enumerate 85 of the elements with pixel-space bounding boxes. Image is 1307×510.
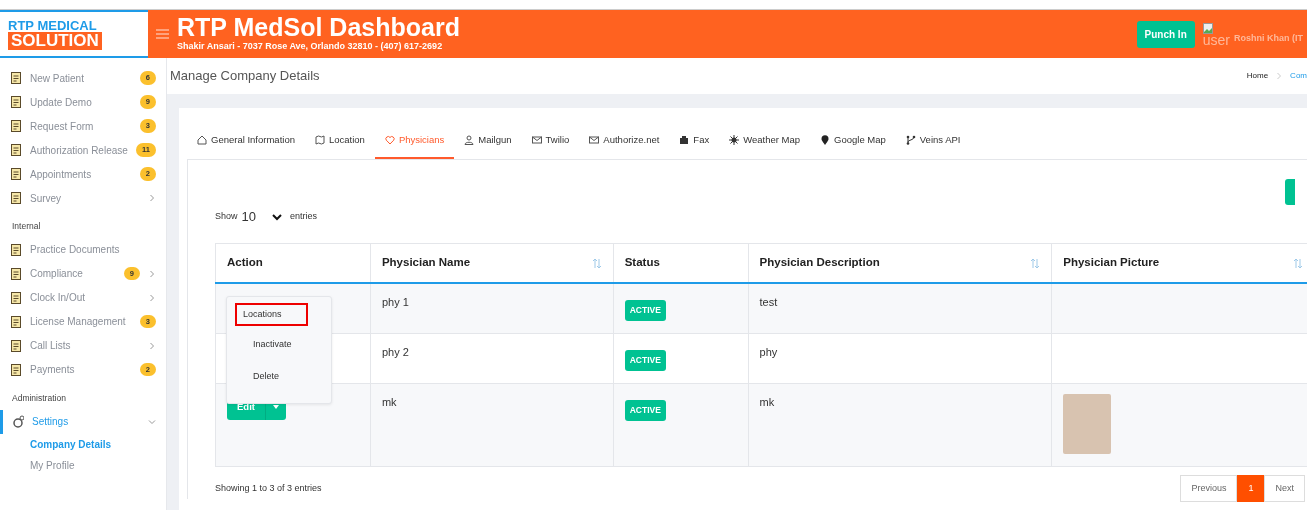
document-icon: [10, 314, 22, 329]
page-title: Manage Company Details: [170, 67, 320, 86]
tab[interactable]: General Information: [187, 130, 305, 160]
map-pin-icon: [820, 135, 831, 146]
sidebar-item-label: Update Demo: [30, 95, 93, 110]
document-icon: [10, 119, 22, 133]
tab[interactable]: Fax: [669, 130, 720, 160]
sidebar-item-label: Compliance: [30, 267, 84, 282]
tab[interactable]: Weather Map: [719, 130, 811, 160]
column-header: Physician Description: [759, 255, 880, 271]
sidebar-item-label: Settings: [32, 415, 70, 429]
tab[interactable]: Twilio: [521, 130, 580, 160]
document-icon: [10, 290, 22, 305]
tab[interactable]: Veins API: [895, 130, 971, 160]
menu-item[interactable]: Delete: [237, 365, 279, 388]
tab[interactable]: Google Map: [810, 130, 896, 160]
practice-address: Shakir Ansari - 7037 Rose Ave, Orlando 32810 - (407) 617-2692: [177, 40, 444, 54]
breadcrumb-link[interactable]: Home: [1246, 70, 1269, 82]
status-badge: ACTIVE: [624, 349, 666, 371]
table-cell: phy 2: [370, 333, 614, 384]
logo-text: RTP MEDICAL: [8, 18, 97, 32]
table-cell: mk: [370, 383, 614, 467]
tab[interactable]: Authorize.net: [579, 130, 670, 160]
person-icon: [464, 135, 475, 146]
document-icon: [10, 242, 22, 257]
table-cell: test: [748, 283, 1052, 334]
document-icon: [10, 95, 22, 109]
section-heading: Internal: [11, 220, 42, 233]
sidebar-item-label: Request Form: [30, 119, 95, 134]
document-icon: [10, 71, 22, 85]
envelope-icon: [531, 135, 542, 146]
document-icon: [10, 338, 22, 353]
tab[interactable]: Mailgun: [454, 130, 522, 160]
heart-icon: [384, 135, 395, 146]
sidebar-item-label: New Patient: [30, 71, 85, 86]
snowflake-icon: [729, 135, 740, 146]
table-info: Showing 1 to 3 of 3 entries: [215, 481, 322, 495]
status-badge: ACTIVE: [624, 399, 666, 421]
document-icon: [10, 191, 22, 205]
sidebar-item-label: Authorization Release: [30, 143, 129, 158]
envelope-icon: [589, 135, 600, 146]
user-name: Roshni Khan (IT: [1234, 32, 1303, 45]
sidebar-item-label: Survey: [30, 191, 63, 206]
sidebar-item-label: Appointments: [30, 167, 93, 182]
sidebar-item[interactable]: Survey: [0, 186, 166, 210]
section-heading: Administration: [11, 391, 67, 405]
document-icon: [10, 266, 22, 281]
sidebar-item-label: License Management: [30, 315, 127, 330]
document-icon: [10, 362, 22, 377]
chevron-down-icon: [272, 213, 282, 221]
table-cell: mk: [748, 383, 1052, 467]
menu-item[interactable]: Locations: [237, 304, 306, 325]
menu-icon: [156, 29, 169, 39]
branch-icon: [905, 135, 916, 146]
menu-item[interactable]: Inactivate: [237, 334, 292, 356]
map-icon: [314, 135, 325, 146]
chevron-right-icon: [1276, 72, 1283, 80]
gear-icon: [12, 414, 24, 429]
logo-text: SOLUTION: [8, 31, 102, 50]
fax-icon: [679, 135, 690, 146]
table-cell: phy 1: [370, 283, 614, 334]
sidebar-item-label: Clock In/Out: [30, 291, 87, 306]
column-header: Action: [227, 255, 263, 271]
column-header: Physician Picture: [1063, 255, 1160, 271]
table-cell: phy: [748, 333, 1052, 384]
length-label: Show: [215, 210, 238, 224]
column-header: Status: [624, 255, 660, 271]
column-header: Physician Name: [381, 255, 471, 271]
page-length-select[interactable]: 10: [241, 207, 282, 227]
pagination-button[interactable]: Previous: [1180, 474, 1238, 503]
document-icon: [10, 143, 22, 157]
sidebar-item[interactable]: Clock In/Out: [0, 285, 166, 310]
user-image-alt-text: user: [1202, 33, 1230, 46]
home-icon: [197, 135, 207, 146]
sidebar-item-label: Practice Documents: [30, 243, 121, 258]
add-button[interactable]: [1285, 179, 1295, 206]
pagination-button[interactable]: Next: [1264, 474, 1305, 503]
status-badge: ACTIVE: [624, 300, 666, 321]
tab[interactable]: Location: [304, 130, 375, 160]
sidebar-item-label: Payments: [30, 363, 76, 378]
length-label: entries: [290, 210, 317, 224]
document-icon: [10, 167, 22, 181]
dashboard-title: RTP MedSol Dashboard: [177, 14, 460, 41]
sidebar-item-label: Call Lists: [30, 339, 72, 354]
broken-image-icon: [1202, 22, 1213, 34]
